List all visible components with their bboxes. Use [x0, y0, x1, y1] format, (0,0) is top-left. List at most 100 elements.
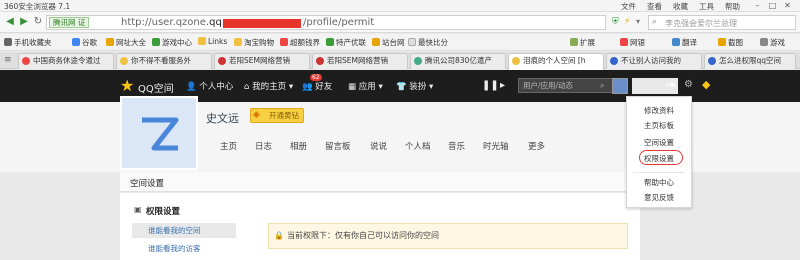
profile-nav-shuoshuo[interactable]: 说说	[370, 140, 387, 152]
menu-help[interactable]: 帮助	[725, 1, 740, 12]
menu-homepage-template[interactable]: 主页标板	[627, 120, 691, 131]
nav-friends[interactable]: 62 👥 好友	[302, 74, 332, 92]
lightning-icon[interactable]: ⚡	[624, 17, 630, 27]
diamond-icon[interactable]: ◆	[702, 78, 710, 91]
bookmark-links[interactable]: Links	[198, 37, 227, 46]
url-suffix: /profile/permit	[303, 17, 375, 28]
permission-notice: 🔒 当前权限下：仅有你自己可以访问你的空间	[268, 223, 628, 249]
site-icon	[106, 38, 114, 46]
profile-nav-album[interactable]: 相册	[290, 140, 307, 152]
qzone-star-icon: ★	[120, 76, 135, 95]
site-icon	[326, 38, 334, 46]
tab-item[interactable]: 不让别人访问我的	[606, 53, 702, 69]
menu-help-center[interactable]: 帮助中心	[627, 177, 691, 188]
search-icon[interactable]: ⌕	[600, 81, 604, 91]
bank-button[interactable]: 网银	[620, 37, 645, 48]
favicon-icon	[414, 57, 422, 65]
game-icon	[152, 38, 160, 46]
translate-button[interactable]: 翻译	[672, 37, 697, 48]
settings-header: 空间设置	[120, 172, 640, 192]
tab-strip: ≡ 中国商务休途令遣过 你不得不看服务外 若阳SEM网络营销 若阳SEM网络营销…	[0, 52, 800, 70]
menu-feedback[interactable]: 意见反馈	[627, 192, 691, 203]
profile-nav-guestbook[interactable]: 留言板	[325, 140, 351, 152]
nav-apps[interactable]: ▦ 应用 ▾	[348, 80, 383, 92]
profile-nav-profile[interactable]: 个人档	[405, 140, 431, 152]
menu-permission-settings[interactable]: 权限设置	[627, 153, 691, 164]
menu-tools[interactable]: 工具	[699, 1, 714, 12]
tab-item[interactable]: 若阳SEM网络营销	[312, 53, 408, 69]
search-placeholder: 李克强会爱尔兰总理	[665, 19, 737, 28]
site-verify-badge[interactable]: 腾讯网 证	[49, 17, 90, 28]
bookmark-game[interactable]: 游戏中心	[152, 37, 192, 48]
settings-content: ▣ 权限设置 谁能看我的空间 谁能看我的访客 🔒 当前权限下：仅有你自己可以访问…	[120, 193, 640, 260]
folder-icon	[234, 38, 242, 46]
back-icon[interactable]: ◀	[3, 15, 17, 29]
tab-item[interactable]: 腾讯公司830亿遣产	[410, 53, 506, 69]
forward-icon[interactable]: ▶	[17, 15, 31, 29]
favicon-icon	[218, 57, 226, 65]
tab-item[interactable]: 怎么进权限qq空间	[704, 53, 796, 69]
tab-list-icon[interactable]: ≡	[4, 55, 12, 65]
url-input[interactable]: 腾讯网 证 http://user.qzone.qq.com /profile/…	[46, 15, 606, 30]
profile-nav-home[interactable]: 主页	[220, 140, 237, 152]
bookmark-bifen[interactable]: 最快比分	[408, 37, 448, 48]
url-prefix: http://user.qzone.	[121, 17, 210, 28]
music-player-icon[interactable]: ❚❚	[482, 80, 499, 91]
minimize-icon[interactable]: –	[752, 0, 763, 11]
profile-nav-timeline[interactable]: 时光轴	[483, 140, 509, 152]
profile-name[interactable]: 史文远	[206, 110, 239, 126]
menu-view[interactable]: 查看	[647, 1, 662, 12]
gamepad-icon	[760, 38, 768, 46]
volume-icon[interactable]: ▸	[500, 80, 505, 91]
favicon-icon	[316, 57, 324, 65]
tab-item-active[interactable]: 泪痕的个人空间 [h	[508, 53, 604, 70]
shirt-icon: 👕	[396, 82, 407, 92]
diamond-icon: ◆	[253, 110, 260, 120]
gear-icon[interactable]: ⚙	[684, 79, 693, 90]
bookmark-zhantai[interactable]: 站台网	[372, 37, 405, 48]
tab-item[interactable]: 你不得不看服务外	[116, 53, 212, 69]
profile-nav-blog[interactable]: 日志	[255, 140, 272, 152]
bookmark-taobao[interactable]: 淘宝购物	[234, 37, 274, 48]
ext-button[interactable]: 扩展	[570, 37, 595, 48]
bookmark-hao[interactable]: 网址大全	[106, 37, 146, 48]
search-input[interactable]: ⌕ 李克强会爱尔兰总理	[648, 15, 796, 30]
tab-item[interactable]: 若阳SEM网络营销	[214, 53, 310, 69]
bookmark-techan[interactable]: 特产优联	[326, 37, 366, 48]
bookmark-google[interactable]: 谷歌	[72, 37, 97, 48]
bookmark-mobile[interactable]: 手机收藏夹	[4, 37, 52, 48]
games-button[interactable]: 游戏	[760, 37, 785, 48]
search-icon: ⌕	[652, 17, 658, 27]
open-vip-button[interactable]: ◆ 开通黄钻	[250, 108, 304, 123]
nav-my-home[interactable]: ⌂ 我的主页 ▾	[244, 80, 293, 92]
friend-count-badge: 62	[310, 74, 322, 81]
close-icon[interactable]: ✕	[782, 0, 793, 11]
menu-file[interactable]: 文件	[621, 1, 636, 12]
menu-space-settings[interactable]: 空间设置	[627, 137, 691, 148]
menu-edit-profile[interactable]: 修改资料	[627, 105, 691, 116]
google-icon	[72, 38, 80, 46]
nav-user-center[interactable]: 👤 个人中心	[186, 80, 233, 92]
dropdown-icon[interactable]: ▾	[636, 17, 640, 26]
screenshot-button[interactable]: 截图	[718, 37, 743, 48]
logout-icon[interactable]: ⇥	[666, 78, 675, 91]
tab-item[interactable]: 中国商务休途令遣过	[18, 53, 114, 69]
shield-icon[interactable]: ⛨	[612, 17, 619, 27]
maximize-icon[interactable]: □	[767, 0, 778, 11]
nav-decorate[interactable]: 👕 装扮 ▾	[396, 80, 433, 92]
page-icon	[408, 38, 416, 46]
profile-nav-music[interactable]: 音乐	[448, 140, 465, 152]
star-icon	[512, 57, 520, 65]
sidebar-item-who-can-view[interactable]: 谁能看我的空间	[132, 223, 236, 238]
home-icon: ⌂	[244, 82, 250, 92]
profile-avatar[interactable]	[120, 96, 198, 170]
bookmark-chaoe[interactable]: 超额钱界	[280, 37, 320, 48]
qzone-default-avatar-icon	[122, 98, 196, 168]
profile-nav-more[interactable]: 更多	[528, 140, 545, 152]
refresh-icon[interactable]: ↻	[31, 15, 45, 29]
menu-favorites[interactable]: 收藏	[673, 1, 688, 12]
qzone-logo[interactable]: QQ空间	[138, 80, 174, 95]
avatar[interactable]	[612, 78, 628, 94]
menu-divider	[633, 172, 685, 173]
sidebar-item-who-can-see-visitors[interactable]: 谁能看我的访客	[132, 241, 236, 256]
